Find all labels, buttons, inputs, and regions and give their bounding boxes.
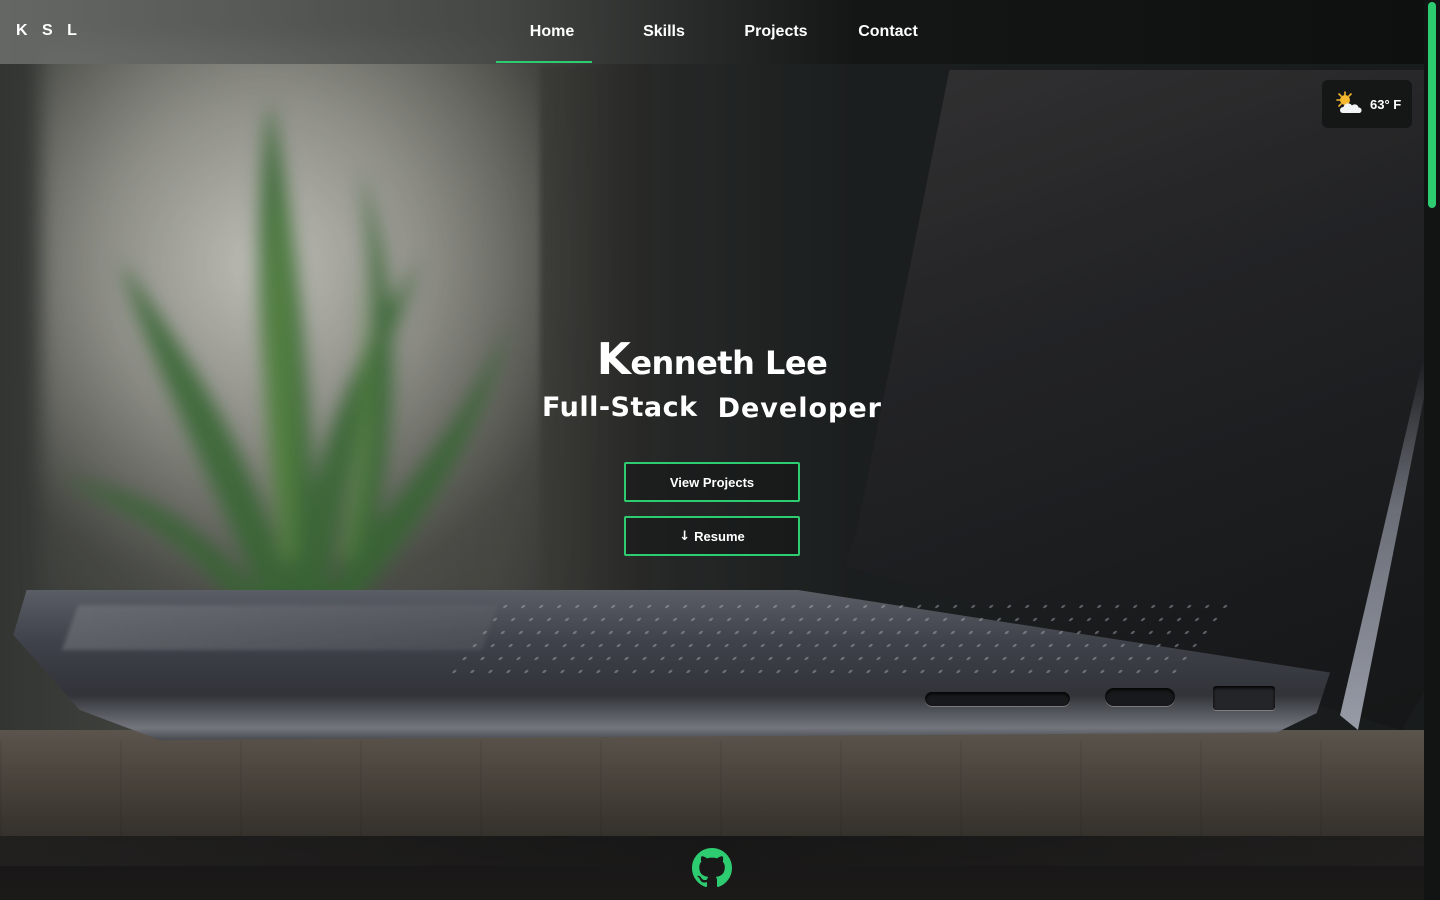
partly-cloudy-sun-icon: [1336, 91, 1362, 113]
weather-widget: 63° F: [1322, 80, 1412, 128]
nav-links: Home Skills Projects Contact: [496, 0, 944, 64]
github-icon[interactable]: [692, 848, 732, 888]
weather-temperature: 63° F: [1370, 96, 1402, 112]
view-projects-label: View Projects: [669, 474, 755, 490]
site-logo[interactable]: K S L: [16, 22, 82, 40]
nav-link-projects[interactable]: Projects: [720, 0, 832, 64]
scrollbar-thumb[interactable]: [1428, 2, 1436, 208]
resume-label: Resume: [694, 528, 745, 544]
nav-link-skills[interactable]: Skills: [608, 0, 720, 64]
resume-download-button[interactable]: ↓ Resume: [624, 516, 800, 556]
view-projects-button[interactable]: View Projects: [624, 462, 800, 502]
nav-link-contact[interactable]: Contact: [832, 0, 944, 64]
hero-role-rest: Developer: [717, 392, 882, 424]
hero-name: Kenneth Lee: [597, 334, 828, 385]
top-navbar: K S L Home Skills Projects Contact: [0, 0, 1424, 64]
hero-name-rest: enneth Lee: [630, 344, 828, 382]
nav-link-home[interactable]: Home: [496, 0, 608, 64]
arrow-down-icon: ↓: [679, 528, 691, 544]
hero-role-highlight: Full-Stack: [530, 386, 710, 431]
hero-name-initial: K: [596, 334, 631, 385]
hero-role: Full-Stack Developer: [530, 382, 882, 434]
hero-headline: Kenneth Lee: [0, 334, 1424, 385]
